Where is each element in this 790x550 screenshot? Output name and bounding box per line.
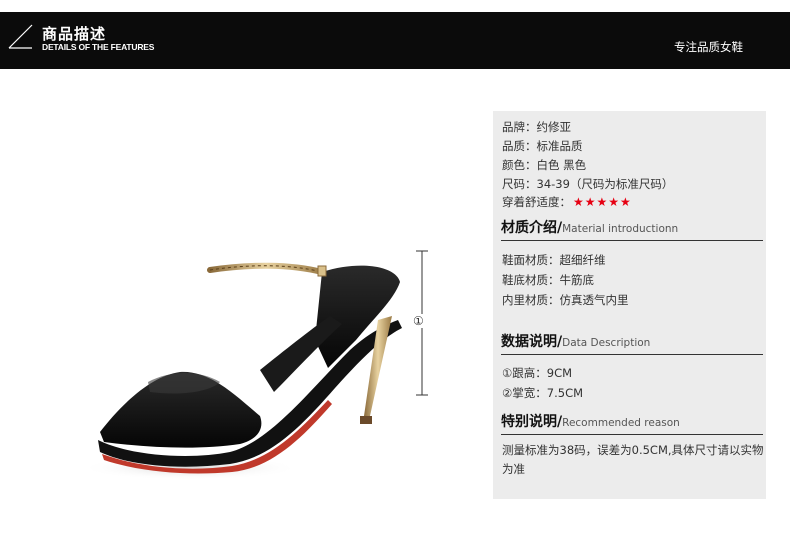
material-heading-cn: 材质介绍/ <box>501 220 563 236</box>
reason-heading-en: Recommended reason <box>562 417 680 429</box>
brand-text: 品牌：约修亚 <box>502 120 571 134</box>
color-text: 颜色：白色 黑色 <box>502 158 587 172</box>
data-heading-cn: 数据说明/ <box>501 334 563 350</box>
data-heading-en: Data Description <box>562 337 651 349</box>
section-subtitle: DETAILS OF THE FEATURES <box>42 42 155 52</box>
divider <box>501 354 763 355</box>
rating-stars-icon: ★★★★★ <box>573 195 632 209</box>
comfort-label: 穿着舒适度： <box>502 195 571 209</box>
info-panel: 品牌：约修亚 品质：标准品质 颜色：白色 黑色 尺码：34-39（尺码为标准尺码… <box>493 111 766 499</box>
product-image <box>60 220 440 490</box>
corner-arrow-icon <box>8 24 33 49</box>
size-text: 尺码：34-39（尺码为标准尺码） <box>502 177 674 191</box>
section-title: 商品描述 <box>42 25 107 43</box>
material-heading-en: Material introductionn <box>562 223 679 235</box>
divider <box>501 434 763 435</box>
data-item: ①跟高：9CM <box>502 366 573 380</box>
reason-heading-cn: 特别说明/ <box>501 414 563 430</box>
data-heading: 数据说明/Data Description <box>501 331 650 351</box>
quality-text: 品质：标准品质 <box>502 139 583 153</box>
brand-tagline: 专注品质女鞋 <box>674 40 743 54</box>
material-item: 鞋底材质：牛筋底 <box>502 273 594 287</box>
reason-heading: 特别说明/Recommended reason <box>501 411 680 431</box>
data-item: ②掌宽：7.5CM <box>502 386 584 400</box>
comfort-row: 穿着舒适度： ★★★★★ <box>502 194 632 210</box>
material-item: 内里材质：仿真透气内里 <box>502 293 629 307</box>
sandal-illustration <box>80 262 402 480</box>
header-bar: 商品描述 DETAILS OF THE FEATURES 专注品质女鞋 <box>0 12 790 69</box>
heel-height-label: ① <box>413 314 424 328</box>
material-heading: 材质介绍/Material introductionn <box>501 217 678 237</box>
reason-text: 测量标准为38码，误差为0.5CM,具体尺寸请以实物为准 <box>502 443 764 476</box>
material-item: 鞋面材质：超细纤维 <box>502 253 606 267</box>
divider <box>501 240 763 241</box>
